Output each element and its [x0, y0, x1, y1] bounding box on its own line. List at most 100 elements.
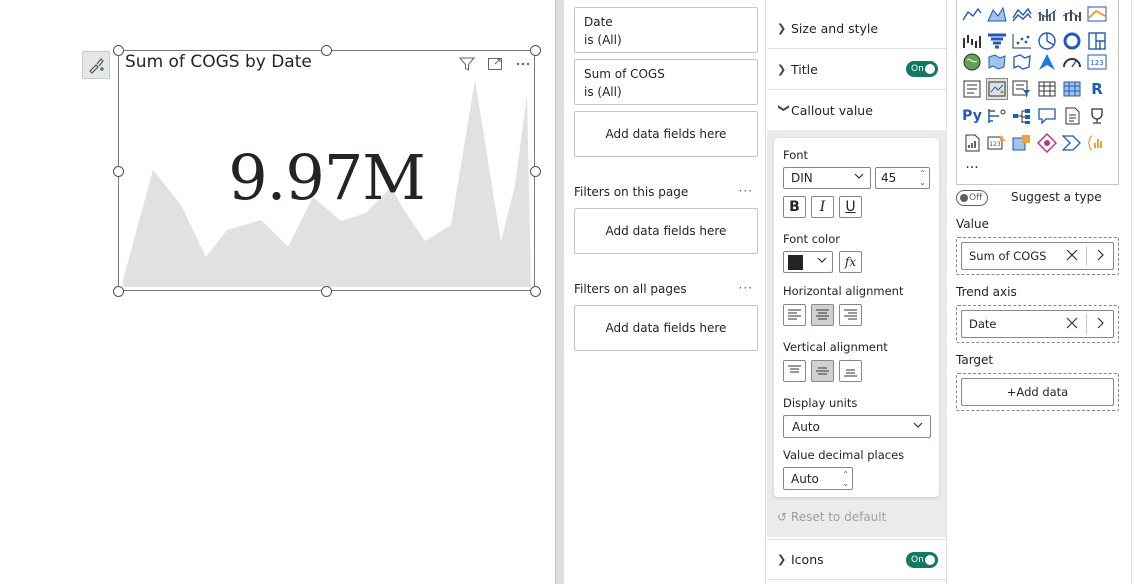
multi-row-card-icon[interactable] [961, 78, 983, 100]
resize-handle[interactable] [530, 166, 541, 177]
map-icon[interactable] [961, 51, 983, 73]
trend-axis-well-label: Trend axis [956, 285, 1017, 299]
align-right-icon[interactable] [839, 304, 862, 326]
display-units-select[interactable]: Auto [783, 415, 931, 438]
line-stacked-column-icon[interactable] [1061, 3, 1083, 25]
python-visual-icon[interactable]: Py [961, 105, 983, 127]
custom-visual-icon[interactable] [1086, 132, 1108, 154]
resize-handle[interactable] [530, 286, 541, 297]
more-options-icon[interactable] [514, 55, 532, 73]
align-left-icon[interactable] [783, 304, 806, 326]
section-label: Size and style [791, 20, 879, 36]
remove-field-icon[interactable] [1065, 248, 1079, 265]
font-size-stepper[interactable]: 45 ⌃ ⌄ [875, 167, 930, 189]
card-icon[interactable]: 123 [1086, 51, 1108, 73]
conditional-format-button[interactable]: fx [839, 251, 862, 273]
area-chart-icon[interactable] [986, 3, 1008, 25]
resize-handle[interactable] [530, 45, 541, 56]
font-family-select[interactable]: DIN [783, 167, 871, 189]
target-well: +Add data [956, 373, 1119, 411]
paginated-report-icon[interactable] [961, 132, 983, 154]
bold-button[interactable]: B [783, 196, 806, 218]
italic-button[interactable]: I [811, 196, 834, 218]
donut-chart-icon[interactable] [1061, 30, 1083, 52]
pane-edge [1131, 0, 1137, 584]
suggest-type-toggle[interactable]: Off [956, 190, 988, 206]
diamond-visual-icon[interactable] [1036, 132, 1058, 154]
resize-handle[interactable] [113, 166, 124, 177]
goals-icon[interactable] [1086, 105, 1108, 127]
section-icons[interactable]: ❯ Icons On [767, 539, 947, 580]
font-color-picker[interactable] [783, 251, 833, 273]
filter-card-cogs[interactable]: Sum of COGS is (All) [574, 59, 758, 105]
underline-button[interactable]: U [839, 196, 862, 218]
table-icon[interactable] [1036, 78, 1058, 100]
gauge-icon[interactable] [1061, 51, 1083, 73]
decomposition-tree-icon[interactable] [1011, 105, 1033, 127]
stepper-arrows-icon[interactable]: ⌃ ⌄ [842, 470, 849, 488]
stacked-area-chart-icon[interactable] [1011, 3, 1033, 25]
resize-handle[interactable] [321, 45, 332, 56]
align-top-icon[interactable] [783, 360, 806, 382]
power-apps-icon[interactable]: 123 [986, 132, 1008, 154]
all-pages-filter-drop-zone[interactable]: Add data fields here [574, 305, 758, 351]
icons-toggle[interactable]: On [906, 551, 938, 568]
more-options-icon[interactable]: ··· [739, 281, 753, 295]
pie-chart-icon[interactable] [1036, 30, 1058, 52]
more-options-icon[interactable]: ··· [739, 184, 753, 198]
resize-handle[interactable] [113, 286, 124, 297]
focus-mode-icon[interactable] [486, 55, 504, 73]
filter-field-name: Sum of COGS [584, 67, 665, 81]
section-label: Icons [791, 552, 824, 567]
line-chart-icon[interactable] [961, 3, 983, 25]
horizontal-alignment-label: Horizontal alignment [783, 284, 904, 298]
align-center-icon[interactable] [811, 304, 834, 326]
narrative-icon[interactable] [1061, 105, 1083, 127]
section-size-style[interactable]: ❯ Size and style [767, 8, 947, 49]
pane-splitter[interactable] [555, 0, 564, 584]
chevron-right-icon[interactable] [1095, 248, 1105, 265]
slicer-icon[interactable] [1011, 78, 1033, 100]
filter-card-date[interactable]: Date is (All) [574, 7, 758, 53]
ribbon-chart-icon[interactable] [1086, 3, 1108, 25]
trend-field-pill[interactable]: Date [961, 310, 1114, 338]
stepper-arrows-icon[interactable]: ⌃ ⌄ [919, 169, 926, 187]
more-visuals-icon[interactable]: ··· [961, 157, 983, 179]
qa-icon[interactable] [1036, 105, 1058, 127]
azure-map-icon[interactable] [1036, 51, 1058, 73]
treemap-icon[interactable] [1086, 30, 1108, 52]
shape-map-icon[interactable] [1011, 51, 1033, 73]
remove-field-icon[interactable] [1065, 316, 1079, 333]
r-visual-icon[interactable]: R [1086, 78, 1108, 100]
reset-to-default-button[interactable]: ↺ Reset to default [777, 510, 886, 524]
filter-field-name: Date [584, 15, 613, 29]
decimal-places-stepper[interactable]: Auto ⌃ ⌄ [783, 467, 853, 490]
scatter-chart-icon[interactable] [1011, 30, 1033, 52]
chevron-visual-icon[interactable] [1061, 132, 1083, 154]
align-middle-icon[interactable] [811, 360, 834, 382]
section-callout-value[interactable]: ❯ Callout value [767, 90, 947, 131]
line-clustered-column-icon[interactable] [1036, 3, 1058, 25]
funnel-chart-icon[interactable] [986, 30, 1008, 52]
filter-icon[interactable] [458, 55, 476, 73]
key-influencers-icon[interactable] [986, 105, 1008, 127]
suggest-type-label: Suggest a type [1011, 190, 1102, 204]
kpi-icon[interactable] [986, 78, 1008, 100]
display-units-label: Display units [783, 396, 858, 410]
resize-handle[interactable] [321, 286, 332, 297]
align-bottom-icon[interactable] [839, 360, 862, 382]
matrix-icon[interactable] [1061, 78, 1083, 100]
add-data-button[interactable]: +Add data [961, 378, 1114, 406]
filled-map-icon[interactable] [986, 51, 1008, 73]
waterfall-chart-icon[interactable] [961, 30, 983, 52]
power-automate-icon[interactable] [1011, 132, 1033, 154]
visual-filter-drop-zone[interactable]: Add data fields here [574, 111, 758, 157]
value-field-pill[interactable]: Sum of COGS [961, 242, 1114, 270]
format-brush-icon[interactable] [82, 51, 110, 79]
title-toggle[interactable]: On [906, 61, 938, 77]
page-filter-drop-zone[interactable]: Add data fields here [574, 208, 758, 254]
card-visual[interactable]: Sum of COGS by Date 9.97M [118, 50, 535, 291]
section-title[interactable]: ❯ Title On [767, 49, 947, 90]
chevron-right-icon[interactable] [1095, 316, 1105, 333]
resize-handle[interactable] [113, 45, 124, 56]
